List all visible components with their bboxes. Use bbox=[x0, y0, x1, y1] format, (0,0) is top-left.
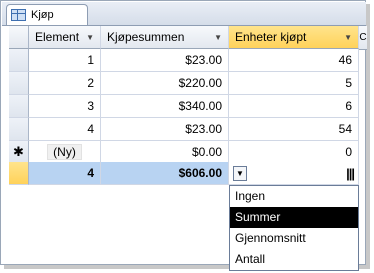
dropdown-option-sum[interactable]: Summer bbox=[230, 207, 358, 228]
chevron-down-icon[interactable]: ▼ bbox=[86, 33, 94, 42]
row-selector[interactable] bbox=[9, 72, 29, 95]
total-units-combobox[interactable]: ▼ ||| bbox=[229, 162, 359, 185]
total-purchase-sum[interactable]: $606.00 bbox=[101, 162, 229, 185]
new-record-marker[interactable]: ✱ bbox=[9, 141, 29, 164]
dropdown-option-average[interactable]: Gjennomsnitt bbox=[230, 228, 358, 249]
row-selector[interactable] bbox=[9, 118, 29, 141]
dropdown-option-count[interactable]: Antall bbox=[230, 249, 358, 270]
new-record-row: ✱ (Ny) $0.00 0 bbox=[9, 141, 359, 164]
cell-element[interactable]: 2 bbox=[29, 72, 101, 95]
cell-purchase-sum[interactable]: $340.00 bbox=[101, 95, 229, 118]
cell-purchase-sum-new[interactable]: $0.00 bbox=[101, 141, 229, 164]
table-icon bbox=[11, 9, 26, 21]
chevron-down-icon[interactable]: ▼ bbox=[214, 33, 222, 42]
row-selector[interactable] bbox=[9, 49, 29, 72]
text-cursor-icon: ||| bbox=[346, 165, 355, 181]
row-selector[interactable] bbox=[9, 95, 29, 118]
cell-units-bought-new[interactable]: 0 bbox=[229, 141, 359, 164]
document-tab[interactable]: Kjøp bbox=[6, 4, 88, 25]
dropdown-arrow-button[interactable]: ▼ bbox=[233, 165, 247, 181]
cell-element[interactable]: 1 bbox=[29, 49, 101, 72]
datasheet-window: Kjøp Element ▼ Kjøpesummen ▼ Enheter kjøpt… bbox=[0, 0, 367, 271]
cell-units-bought[interactable]: 6 bbox=[229, 95, 359, 118]
cell-element[interactable]: 3 bbox=[29, 95, 101, 118]
column-label: Kjøpesummen bbox=[107, 30, 185, 44]
table-row: 2 $220.00 5 bbox=[9, 72, 359, 95]
total-element[interactable]: 4 bbox=[29, 162, 101, 185]
select-all-corner[interactable] bbox=[9, 26, 29, 49]
totals-row-selector bbox=[9, 162, 29, 185]
column-header-element[interactable]: Element ▼ bbox=[29, 26, 101, 49]
cell-purchase-sum[interactable]: $220.00 bbox=[101, 72, 229, 95]
totals-row: 4 $606.00 ▼ ||| bbox=[9, 162, 359, 185]
table-row: 4 $23.00 54 bbox=[9, 118, 359, 141]
column-label: Element bbox=[35, 30, 80, 44]
chevron-down-icon[interactable]: ▼ bbox=[344, 33, 352, 42]
chevron-down-icon: ▼ bbox=[236, 168, 244, 178]
table-row: 1 $23.00 46 bbox=[9, 49, 359, 72]
cell-purchase-sum[interactable]: $23.00 bbox=[101, 49, 229, 72]
cell-element-new[interactable]: (Ny) bbox=[29, 141, 101, 164]
table-row: 3 $340.00 6 bbox=[9, 95, 359, 118]
document-tab-bar: Kjøp bbox=[2, 2, 366, 26]
cell-purchase-sum[interactable]: $23.00 bbox=[101, 118, 229, 141]
column-label: Enheter kjøpt bbox=[235, 30, 307, 44]
cell-element[interactable]: 4 bbox=[29, 118, 101, 141]
cell-units-bought[interactable]: 5 bbox=[229, 72, 359, 95]
cell-units-bought[interactable]: 46 bbox=[229, 49, 359, 72]
aggregate-dropdown-list: Ingen Summer Gjennomsnitt Antall bbox=[229, 185, 359, 271]
tab-label: Kjøp bbox=[31, 9, 54, 21]
column-header-next[interactable]: C bbox=[359, 26, 367, 50]
column-header-units-bought[interactable]: Enheter kjøpt ▼ bbox=[229, 26, 359, 49]
header-row: Element ▼ Kjøpesummen ▼ Enheter kjøpt ▼ C bbox=[9, 26, 367, 50]
new-record-placeholder: (Ny) bbox=[47, 144, 82, 160]
cell-units-bought[interactable]: 54 bbox=[229, 118, 359, 141]
dropdown-option-none[interactable]: Ingen bbox=[230, 186, 358, 207]
column-header-purchase-sum[interactable]: Kjøpesummen ▼ bbox=[101, 26, 229, 49]
column-label: C bbox=[359, 32, 367, 43]
